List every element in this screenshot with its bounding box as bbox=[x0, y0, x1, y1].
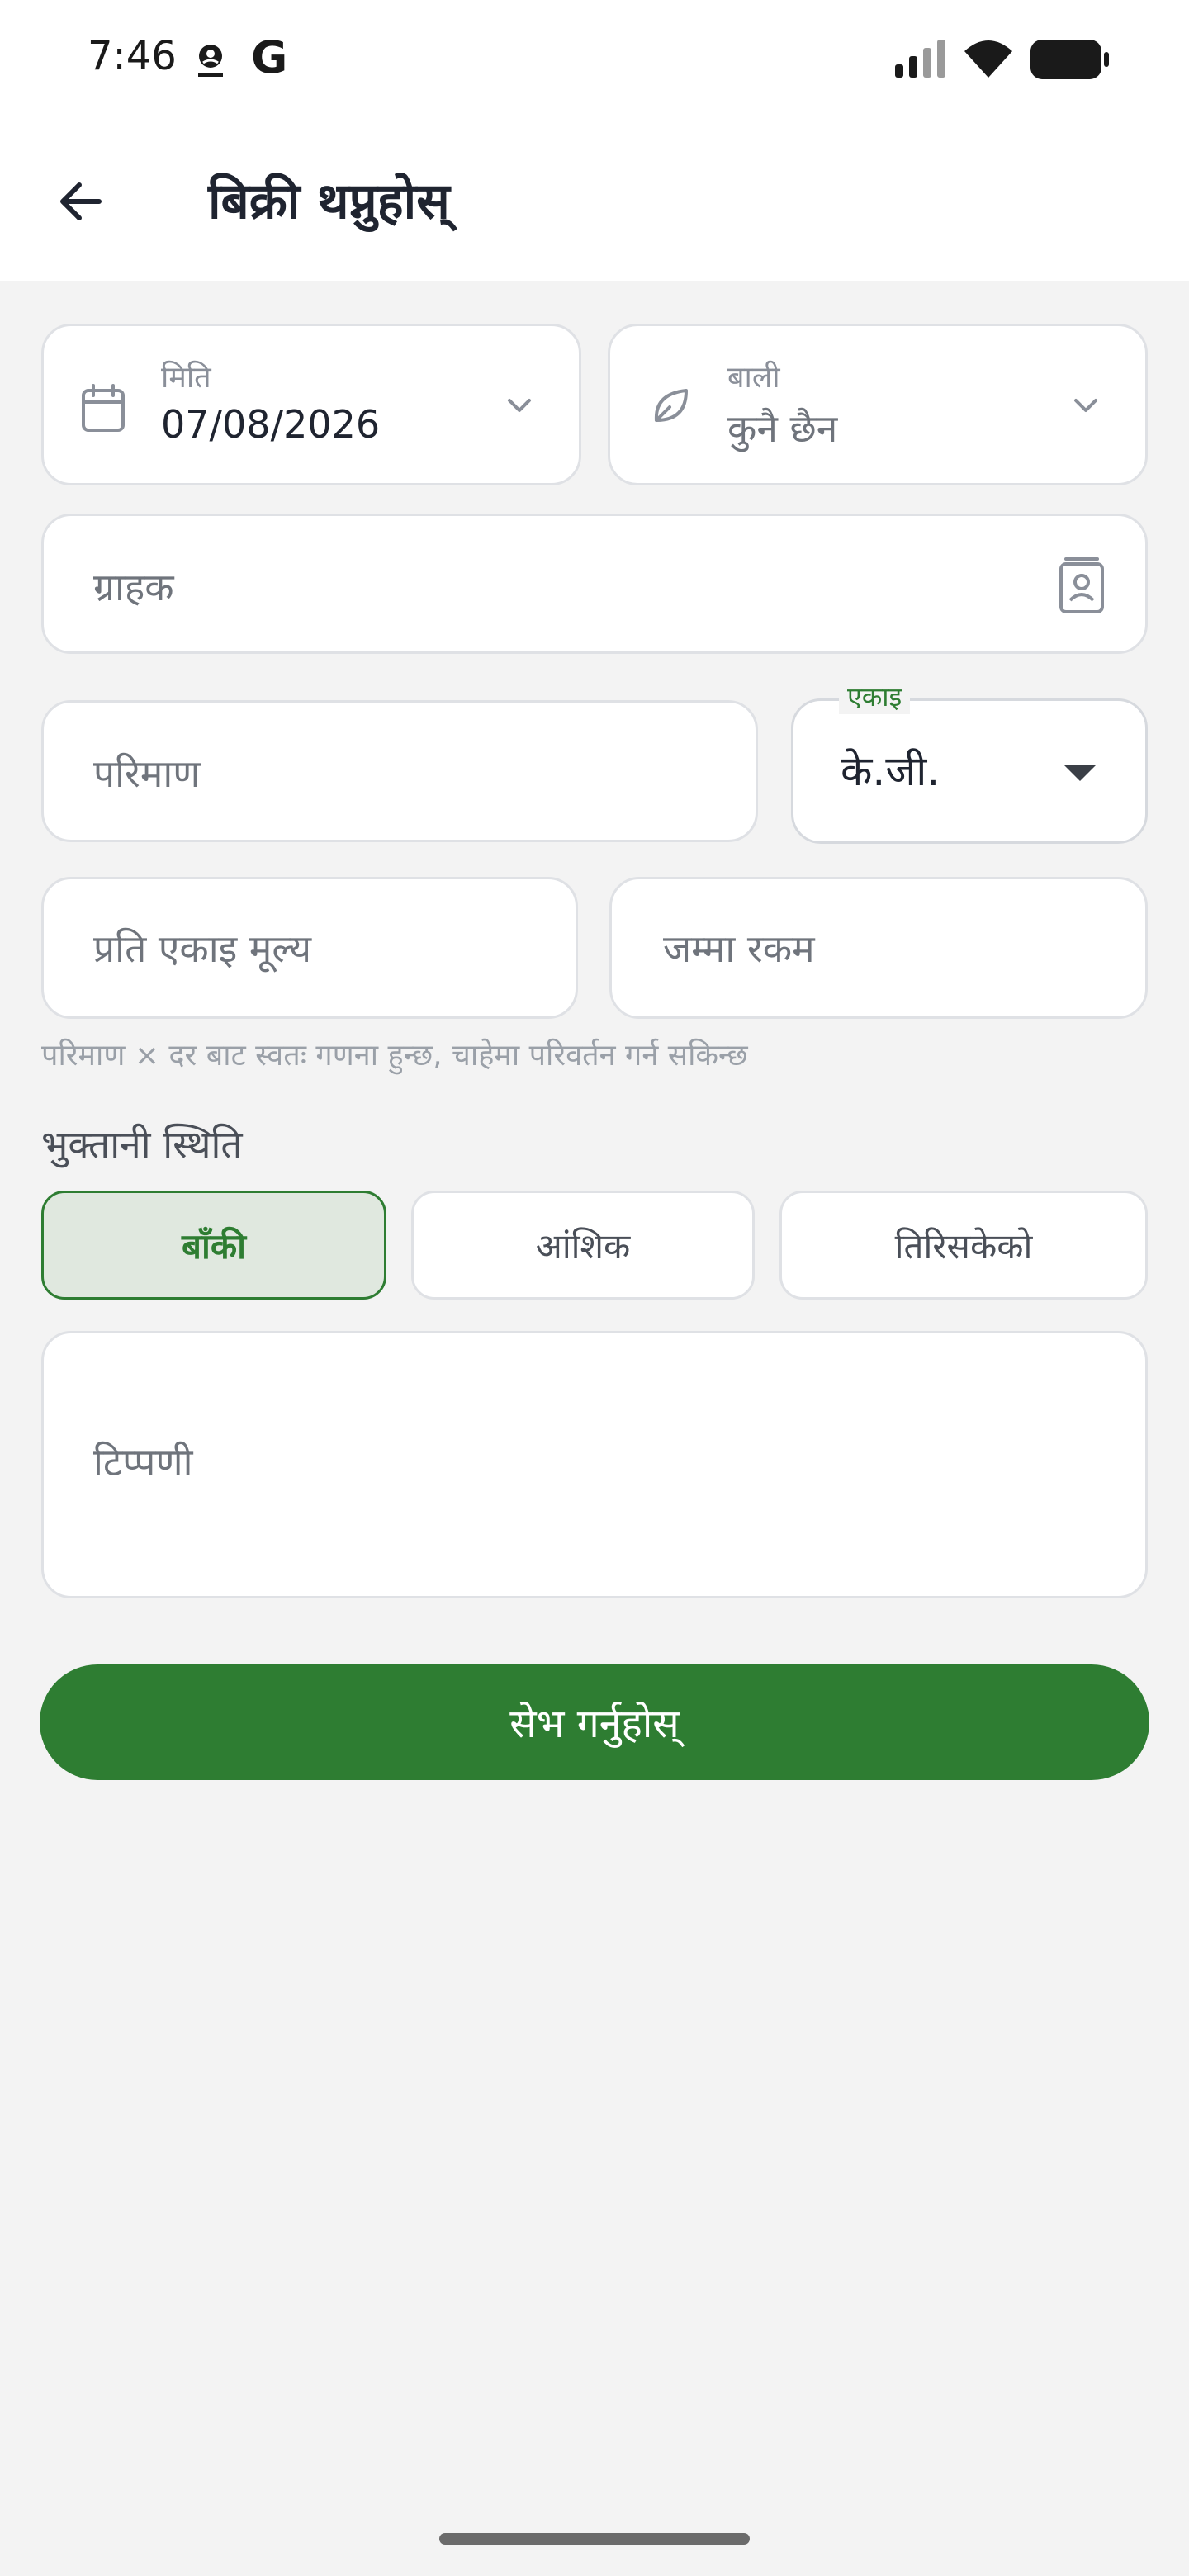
page-title: बिक्री थप्नुहोस् bbox=[208, 173, 450, 230]
payment-option-paid[interactable]: तिरिसकेको bbox=[779, 1191, 1148, 1300]
dropdown-arrow-icon bbox=[1063, 765, 1097, 781]
back-button[interactable] bbox=[50, 170, 112, 233]
total-amount-input[interactable]: जम्मा रकम bbox=[609, 877, 1148, 1019]
unit-price-placeholder: प्रति एकाइ मूल्य bbox=[93, 926, 312, 971]
wifi-icon bbox=[964, 40, 1012, 78]
signal-icon bbox=[895, 40, 945, 78]
note-textarea[interactable]: टिप्पणी bbox=[41, 1331, 1148, 1598]
total-amount-placeholder: जम्मा रकम bbox=[663, 926, 815, 971]
unit-price-input[interactable]: प्रति एकाइ मूल्य bbox=[41, 877, 578, 1019]
crop-value: कुनै छैन bbox=[727, 406, 838, 451]
home-indicator[interactable] bbox=[439, 2533, 750, 2545]
save-button[interactable]: सेभ गर्नुहोस् bbox=[40, 1664, 1149, 1780]
chevron-down-icon bbox=[508, 399, 531, 412]
date-value: 07/08/2026 bbox=[161, 402, 381, 447]
calculation-hint: परिमाण × दर बाट स्वतः गणना हुन्छ, चाहेमा… bbox=[41, 1039, 748, 1073]
crop-selector[interactable]: बाली कुनै छैन bbox=[608, 324, 1148, 485]
app-notification-icon bbox=[198, 45, 223, 77]
payment-option-partial[interactable]: आंशिक bbox=[411, 1191, 755, 1300]
status-time: 7:46 bbox=[88, 33, 177, 79]
customer-input[interactable]: ग्राहक bbox=[41, 514, 1148, 654]
date-label: मिति bbox=[161, 361, 211, 395]
quantity-input[interactable]: परिमाण bbox=[41, 700, 758, 842]
calendar-icon bbox=[82, 384, 125, 432]
battery-icon bbox=[1030, 40, 1109, 79]
note-placeholder: टिप्पणी bbox=[93, 1440, 193, 1485]
unit-label: एकाइ bbox=[839, 679, 911, 714]
quantity-placeholder: परिमाण bbox=[93, 751, 201, 796]
arrow-left-icon bbox=[60, 182, 102, 220]
google-icon: G bbox=[251, 31, 288, 83]
unit-value: के.जी. bbox=[841, 747, 940, 795]
leaf-icon bbox=[654, 389, 688, 422]
chevron-down-icon bbox=[1074, 399, 1097, 412]
customer-placeholder: ग्राहक bbox=[93, 565, 174, 609]
date-picker[interactable]: मिति 07/08/2026 bbox=[41, 324, 581, 485]
contact-book-icon[interactable] bbox=[1058, 557, 1106, 615]
payment-option-due[interactable]: बाँकी bbox=[41, 1191, 386, 1300]
crop-label: बाली bbox=[727, 361, 780, 395]
payment-status-label: भुक्तानी स्थिति bbox=[41, 1122, 243, 1167]
